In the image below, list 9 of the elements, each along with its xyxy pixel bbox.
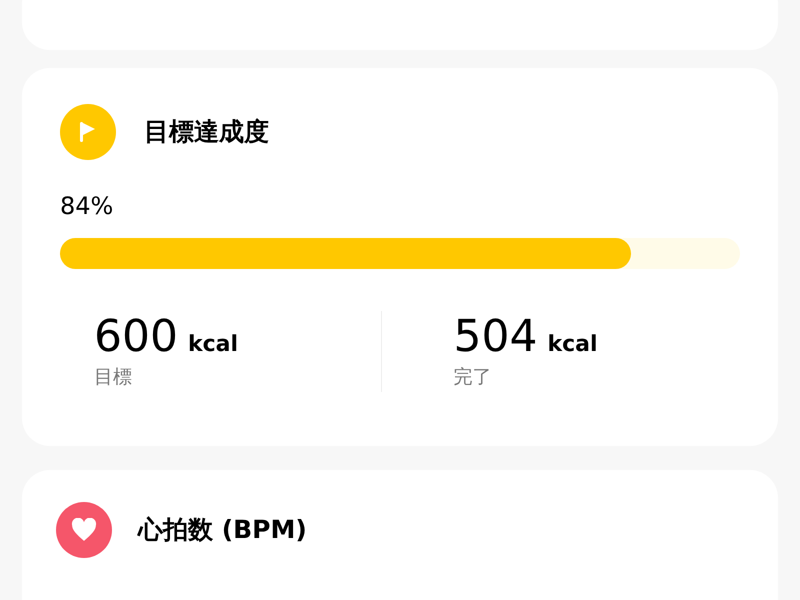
percent-text: 84%: [60, 191, 114, 222]
stat-value: 600: [94, 311, 178, 363]
stat-label: 目標: [94, 365, 132, 390]
card-title: 心拍数 (BPM): [138, 514, 307, 546]
stat-unit: kcal: [188, 331, 238, 359]
stat-label: 完了: [454, 365, 492, 390]
stat-value: 504: [454, 311, 538, 363]
stat-unit: kcal: [547, 331, 598, 359]
card-title: 目標達成度: [144, 116, 269, 148]
